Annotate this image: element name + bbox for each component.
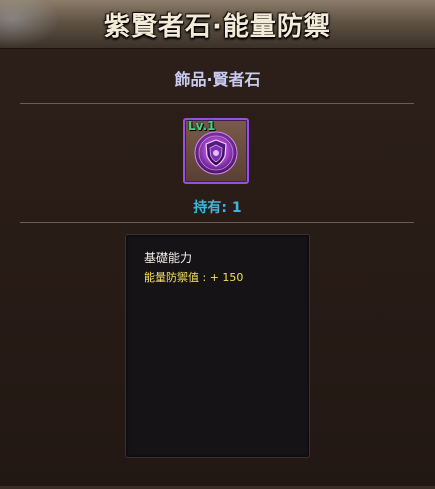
- item-category: 飾品·賢者石: [174, 70, 261, 89]
- stats-box: 基礎能力 能量防禦值 : + 150: [125, 234, 310, 458]
- window-title: 紫賢者石·能量防禦: [104, 12, 331, 42]
- purple-shield-gem-icon: [194, 131, 238, 175]
- owned-count: 持有: 1: [193, 200, 242, 216]
- item-slot[interactable]: Lv.1: [183, 118, 249, 184]
- divider-middle: [20, 222, 414, 223]
- item-info-panel: 紫賢者石·能量防禦 飾品·賢者石 Lv.1 持有: 1 基礎能力 能量防禦值:…: [0, 0, 435, 489]
- stats-heading: 基礎能力: [144, 251, 193, 265]
- item-level: Lv.1: [188, 119, 216, 133]
- title-bar: 紫賢者石·能量防禦: [0, 0, 435, 49]
- divider-top: [20, 103, 414, 104]
- stat-energy-defense: 能量防禦值 : + 150: [144, 271, 244, 284]
